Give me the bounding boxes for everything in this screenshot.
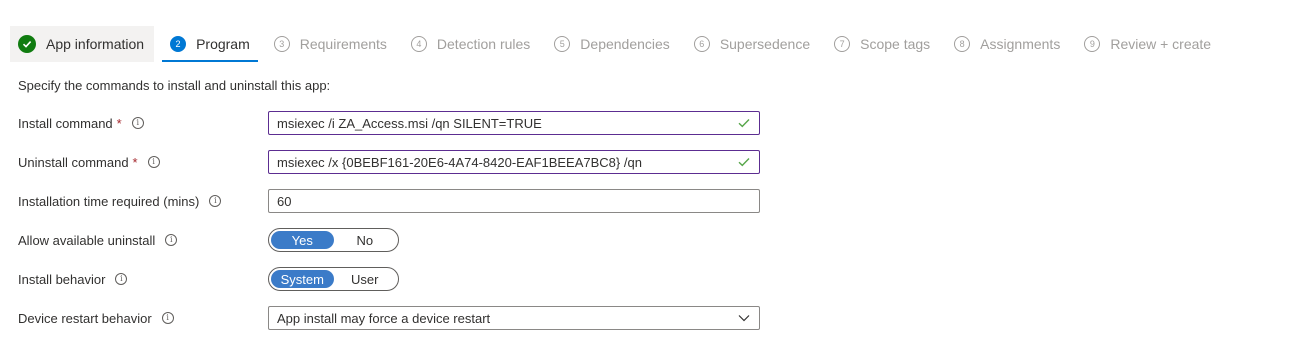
tab-app-information[interactable]: App information [10,26,155,62]
tab-label: Review + create [1110,36,1212,52]
tab-label: App information [46,36,145,52]
install-behavior-label: Install behavior i [18,267,128,291]
allow-uninstall-label: Allow available uninstall i [18,228,178,252]
tab-label: Detection rules [436,36,531,52]
step-number: 2 [170,36,187,52]
toggle-option-yes[interactable]: Yes [271,231,334,249]
tab-label: Dependencies [580,36,670,52]
step-number: 7 [834,36,851,52]
step-number: 8 [954,36,971,52]
checkmark-circle-icon [18,35,36,53]
tab-label: Requirements [299,36,387,52]
tab-review-create[interactable]: 9 Review + create [1076,26,1219,62]
step-number: 5 [554,36,571,52]
uninstall-command-input[interactable]: msiexec /x {0BEBF161-20E6-4A74-8420-EAF1… [268,150,760,174]
tab-assignments[interactable]: 8 Assignments [946,26,1068,62]
tab-detection-rules[interactable]: 4 Detection rules [403,26,538,62]
form-description: Specify the commands to install and unin… [18,78,331,93]
install-time-row: Installation time required (mins) i 60 [18,189,778,213]
tab-dependencies[interactable]: 5 Dependencies [546,26,678,62]
install-time-label: Installation time required (mins) i [18,189,222,213]
step-number: 3 [273,36,290,52]
install-command-input[interactable]: msiexec /i ZA_Access.msi /qn SILENT=TRUE [268,111,760,135]
info-icon[interactable]: i [147,156,160,168]
step-number: 9 [1084,36,1101,52]
tab-requirements[interactable]: 3 Requirements [266,26,395,62]
info-icon[interactable]: i [165,234,178,246]
required-mark: * [116,115,122,131]
install-command-label: Install command * i [18,111,144,135]
install-command-row: Install command * i msiexec /i ZA_Access… [18,111,778,135]
restart-behavior-row: Device restart behavior i App install ma… [18,306,778,330]
tab-label: Program [196,36,250,52]
restart-behavior-label: Device restart behavior i [18,306,174,330]
uninstall-command-label: Uninstall command * i [18,150,160,174]
allow-uninstall-toggle[interactable]: Yes No [268,228,399,252]
required-mark: * [132,154,138,170]
wizard-steps: App information 2 Program 3 Requirements… [10,26,1219,62]
step-number: 6 [693,36,710,52]
checkmark-icon [737,116,751,130]
info-icon[interactable]: i [209,195,222,207]
chevron-down-icon [737,311,751,325]
toggle-option-system[interactable]: System [271,270,334,288]
tab-label: Scope tags [860,36,931,52]
tab-program[interactable]: 2 Program [162,26,258,62]
toggle-option-no[interactable]: No [334,231,397,249]
install-time-input[interactable]: 60 [268,189,760,213]
tab-supersedence[interactable]: 6 Supersedence [686,26,818,62]
restart-behavior-dropdown[interactable]: App install may force a device restart [268,306,760,330]
toggle-option-user[interactable]: User [334,270,397,288]
info-icon[interactable]: i [161,312,174,324]
uninstall-command-row: Uninstall command * i msiexec /x {0BEBF1… [18,150,778,174]
checkmark-icon [737,155,751,169]
install-behavior-toggle[interactable]: System User [268,267,399,291]
install-behavior-row: Install behavior i System User [18,267,778,291]
info-icon[interactable]: i [115,273,128,285]
tab-scope-tags[interactable]: 7 Scope tags [826,26,938,62]
tab-label: Supersedence [719,36,811,52]
step-number: 4 [410,36,427,52]
app-program-page: App information 2 Program 3 Requirements… [0,0,1291,350]
allow-uninstall-row: Allow available uninstall i Yes No [18,228,778,252]
info-icon[interactable]: i [131,117,144,129]
tab-label: Assignments [980,36,1061,52]
